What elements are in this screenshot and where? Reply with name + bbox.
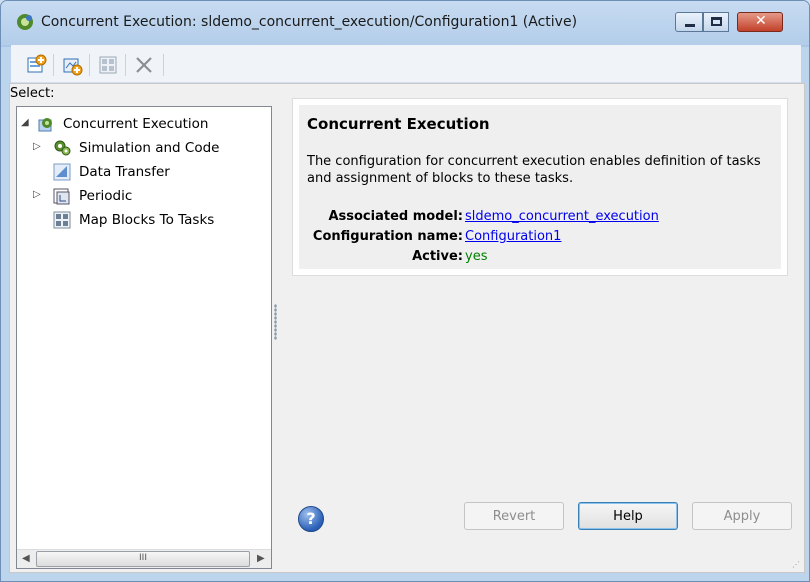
associated-model-label: Associated model: (328, 209, 463, 224)
toolbar (11, 45, 801, 83)
configuration-name-row: Configuration name: Configuration1 (299, 229, 781, 247)
minimize-button[interactable] (675, 12, 703, 32)
minimize-icon (685, 24, 695, 27)
concurrent-execution-app-icon (17, 14, 33, 30)
tree-item-label: Data Transfer (79, 164, 170, 180)
content-area: Select: ◢ Concurrent Execution ▷ Simulat… (9, 83, 805, 573)
data-transfer-icon (53, 163, 71, 181)
tree-item-label: Periodic (79, 188, 133, 204)
scroll-left-icon[interactable]: ◀ (22, 553, 30, 564)
maximize-button[interactable] (703, 12, 729, 32)
configuration-name-label: Configuration name: (312, 229, 463, 244)
apply-button[interactable]: Apply (692, 502, 792, 530)
tree-item-label: Map Blocks To Tasks (79, 212, 215, 228)
toolbar-separator (125, 54, 126, 76)
resize-grip-icon[interactable]: ⋰ (792, 560, 800, 569)
simulation-gears-icon (54, 140, 71, 156)
details-panel-body: Concurrent Execution The configuration f… (299, 105, 781, 269)
collapsed-icon[interactable]: ▷ (33, 189, 41, 200)
main-window: Concurrent Execution: sldemo_concurrent_… (0, 0, 810, 582)
configuration-name-link[interactable]: Configuration1 (465, 229, 561, 244)
revert-button[interactable]: Revert (464, 502, 564, 530)
configuration-tree[interactable]: ◢ Concurrent Execution ▷ Simulation and … (16, 106, 272, 569)
tree-item-label: Simulation and Code (79, 140, 220, 156)
help-button[interactable]: Help (578, 502, 678, 530)
periodic-icon (53, 188, 70, 205)
maximize-icon (711, 17, 722, 26)
panel-description: The configuration for concurrent executi… (307, 154, 761, 186)
help-icon[interactable]: ? (298, 506, 324, 532)
map-blocks-icon[interactable] (97, 54, 119, 76)
scroll-right-icon[interactable]: ▶ (257, 553, 265, 564)
active-value: yes (465, 249, 488, 264)
add-task-icon[interactable] (25, 54, 47, 76)
close-button[interactable]: ✕ (737, 12, 783, 32)
active-label: Active: (412, 249, 463, 264)
add-periodic-icon[interactable] (61, 54, 83, 76)
concurrent-execution-icon (38, 118, 52, 132)
associated-model-link[interactable]: sldemo_concurrent_execution (465, 209, 659, 224)
expanded-icon[interactable]: ◢ (21, 117, 29, 128)
toolbar-separator (53, 54, 54, 76)
details-panel: Concurrent Execution The configuration f… (292, 98, 788, 276)
horizontal-scrollbar[interactable]: ◀ III ▶ (17, 549, 271, 568)
tree-item-label: Concurrent Execution (63, 116, 209, 132)
toolbar-separator (163, 54, 164, 76)
scrollbar-thumb[interactable]: III (36, 551, 250, 567)
window-title: Concurrent Execution: sldemo_concurrent_… (41, 14, 578, 30)
collapsed-icon[interactable]: ▷ (33, 141, 41, 152)
select-label: Select: (10, 86, 55, 101)
toolbar-separator (89, 54, 90, 76)
map-blocks-icon (53, 211, 71, 229)
close-icon: ✕ (755, 13, 767, 29)
panel-title: Concurrent Execution (307, 115, 490, 133)
associated-model-row: Associated model: sldemo_concurrent_exec… (299, 209, 781, 227)
splitter-handle[interactable] (274, 304, 277, 340)
active-row: Active: yes (299, 249, 781, 267)
delete-icon[interactable] (133, 54, 155, 76)
title-bar[interactable]: Concurrent Execution: sldemo_concurrent_… (1, 1, 809, 45)
